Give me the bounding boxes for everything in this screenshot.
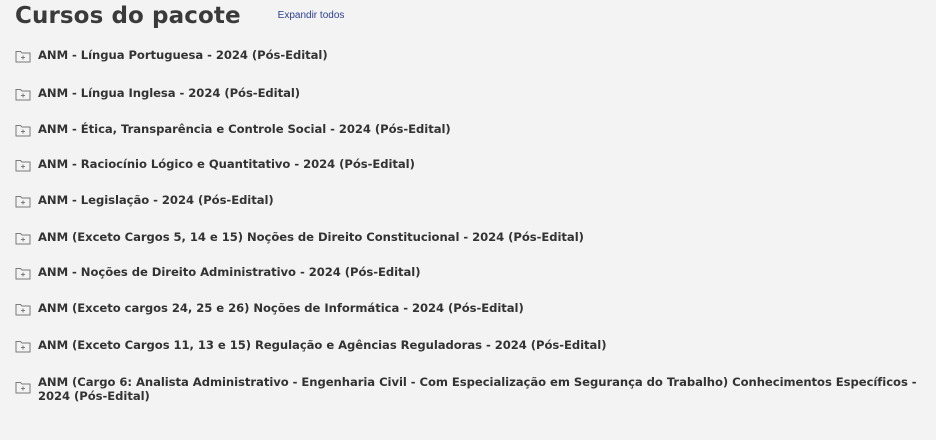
folder-plus-icon — [15, 341, 31, 353]
course-item[interactable]: ANM - Raciocínio Lógico e Quantitativo -… — [15, 157, 925, 172]
course-item[interactable]: ANM (Cargo 6: Analista Administrativo - … — [15, 375, 925, 403]
course-title: ANM - Raciocínio Lógico e Quantitativo -… — [38, 157, 415, 171]
folder-plus-icon — [15, 125, 31, 137]
course-item[interactable]: ANM - Língua Portuguesa - 2024 (Pós-Edit… — [15, 48, 925, 63]
course-title: ANM - Língua Portuguesa - 2024 (Pós-Edit… — [38, 48, 328, 62]
course-item[interactable]: ANM - Legislação - 2024 (Pós-Edital) — [15, 193, 925, 208]
course-title: ANM (Exceto Cargos 11, 13 e 15) Regulaçã… — [38, 338, 607, 352]
course-title: ANM - Noções de Direito Administrativo -… — [38, 265, 421, 279]
folder-plus-icon — [15, 51, 31, 63]
course-item[interactable]: ANM - Noções de Direito Administrativo -… — [15, 265, 925, 280]
course-item[interactable]: ANM (Exceto cargos 24, 25 e 26) Noções d… — [15, 301, 925, 316]
folder-plus-icon — [15, 196, 31, 208]
expand-all-link[interactable]: Expandir todos — [278, 10, 345, 21]
course-title: ANM (Exceto Cargos 5, 14 e 15) Noções de… — [38, 230, 584, 244]
folder-plus-icon — [15, 382, 31, 394]
folder-plus-icon — [15, 304, 31, 316]
course-item[interactable]: ANM - Ética, Transparência e Controle So… — [15, 122, 925, 137]
course-item[interactable]: ANM (Exceto Cargos 5, 14 e 15) Noções de… — [15, 230, 925, 245]
course-package-header: Cursos do pacote Expandir todos — [15, 3, 344, 29]
course-title: ANM - Legislação - 2024 (Pós-Edital) — [38, 193, 274, 207]
folder-plus-icon — [15, 160, 31, 172]
folder-plus-icon — [15, 268, 31, 280]
course-title: ANM (Cargo 6: Analista Administrativo - … — [38, 375, 917, 403]
course-title: ANM - Língua Inglesa - 2024 (Pós-Edital) — [38, 86, 301, 100]
course-item[interactable]: ANM - Língua Inglesa - 2024 (Pós-Edital) — [15, 86, 925, 101]
course-item[interactable]: ANM (Exceto Cargos 11, 13 e 15) Regulaçã… — [15, 338, 925, 353]
folder-plus-icon — [15, 233, 31, 245]
folder-plus-icon — [15, 89, 31, 101]
course-title: ANM - Ética, Transparência e Controle So… — [38, 122, 451, 136]
page-title: Cursos do pacote — [15, 3, 241, 29]
course-title: ANM (Exceto cargos 24, 25 e 26) Noções d… — [38, 301, 524, 315]
